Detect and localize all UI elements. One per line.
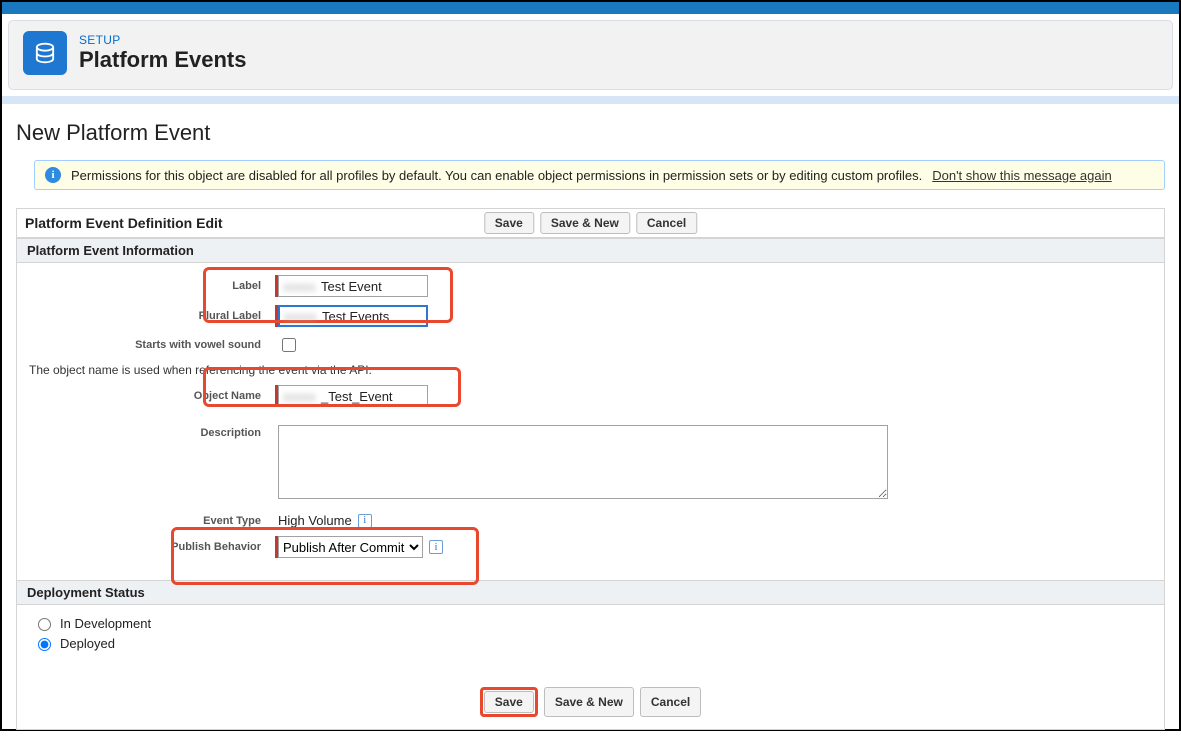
cancel-button[interactable]: Cancel bbox=[636, 212, 697, 234]
banner-text: Permissions for this object are disabled… bbox=[71, 168, 922, 183]
highlight-save: Save bbox=[480, 687, 538, 717]
page-header: SETUP Platform Events bbox=[8, 20, 1173, 90]
cancel-button-footer[interactable]: Cancel bbox=[640, 687, 701, 717]
label-input[interactable]: xxxxx Test Event bbox=[278, 275, 428, 297]
permissions-info-banner: i Permissions for this object are disabl… bbox=[34, 160, 1165, 190]
api-note: The object name is used when referencing… bbox=[29, 363, 1152, 377]
save-button-footer[interactable]: Save bbox=[484, 691, 534, 713]
publish-behavior-label: Publish Behavior bbox=[29, 541, 275, 553]
page-title: New Platform Event bbox=[16, 120, 1165, 146]
top-decor bbox=[2, 2, 1179, 14]
in-development-radio[interactable] bbox=[38, 618, 51, 631]
save-button[interactable]: Save bbox=[484, 212, 534, 234]
save-and-new-button-footer[interactable]: Save & New bbox=[544, 687, 634, 717]
deployed-option[interactable]: Deployed bbox=[33, 635, 1148, 651]
object-name-label: Object Name bbox=[29, 390, 275, 402]
in-development-option[interactable]: In Development bbox=[33, 615, 1148, 631]
deployment-status-header: Deployment Status bbox=[17, 580, 1164, 605]
publish-behavior-select[interactable]: Publish After Commit bbox=[278, 536, 423, 558]
publish-behavior-help-icon[interactable]: i bbox=[429, 540, 443, 554]
edit-section: Platform Event Definition Edit Save Save… bbox=[16, 208, 1165, 730]
platform-events-icon bbox=[23, 31, 67, 75]
event-type-help-icon[interactable]: i bbox=[358, 514, 372, 528]
deployed-radio[interactable] bbox=[38, 638, 51, 651]
vowel-sound-checkbox[interactable] bbox=[282, 338, 296, 352]
save-and-new-button[interactable]: Save & New bbox=[540, 212, 630, 234]
object-name-input[interactable]: xxxxx _Test_Event bbox=[278, 385, 428, 407]
plural-label-input[interactable]: xxxxx Test Events bbox=[278, 305, 428, 327]
info-subheader: Platform Event Information bbox=[17, 238, 1164, 263]
event-type-label: Event Type bbox=[29, 515, 275, 527]
footer-buttons: Save Save & New Cancel bbox=[17, 673, 1164, 729]
description-textarea[interactable] bbox=[278, 425, 888, 499]
breadcrumb-setup: SETUP bbox=[79, 33, 247, 47]
description-label: Description bbox=[29, 425, 275, 439]
header-divider bbox=[2, 96, 1179, 104]
dont-show-again-link[interactable]: Don't show this message again bbox=[932, 168, 1112, 183]
edit-section-title: Platform Event Definition Edit bbox=[25, 215, 223, 231]
page-header-title: Platform Events bbox=[79, 47, 247, 73]
vowel-sound-label: Starts with vowel sound bbox=[29, 339, 275, 351]
plural-label-label: Plural Label bbox=[29, 310, 275, 322]
event-type-value: High Volume bbox=[278, 513, 352, 528]
label-label: Label bbox=[29, 280, 275, 292]
info-icon: i bbox=[45, 167, 61, 183]
